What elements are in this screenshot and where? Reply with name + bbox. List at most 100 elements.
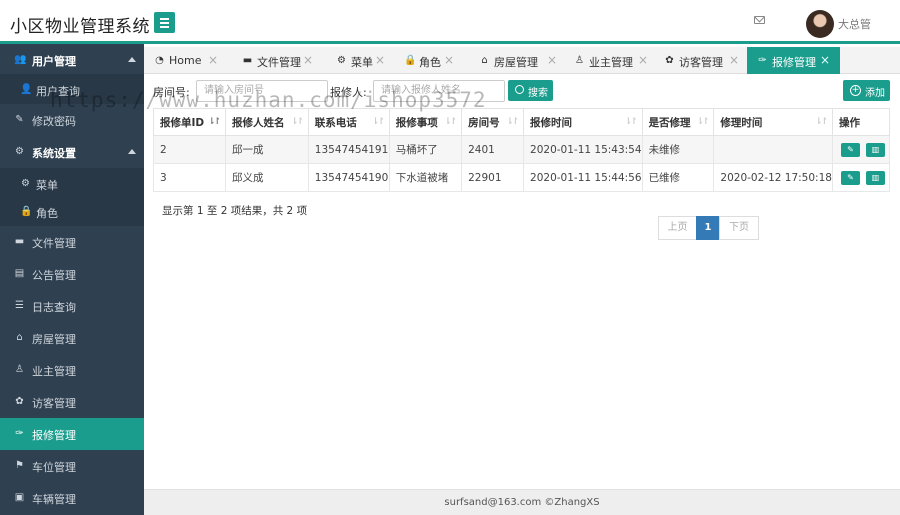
folder-open-icon: ▬	[242, 55, 253, 66]
column-header[interactable]: 房间号 ⇂↾	[461, 108, 525, 136]
cell-report-time: 2020-01-11 15:43:54	[523, 135, 643, 164]
car-icon: ▣	[14, 492, 25, 503]
next-page-button[interactable]: 下页	[719, 216, 759, 240]
close-icon[interactable]: ×	[729, 53, 739, 67]
sort-icon[interactable]: ⇂↾	[291, 117, 304, 127]
sort-icon[interactable]: ⇂↾	[696, 117, 709, 127]
user-icon: 👤	[20, 84, 33, 95]
column-header[interactable]: 报修人姓名 ⇂↾	[224, 108, 309, 136]
sidebar-item-label: 用户管理	[32, 55, 76, 68]
sidebar-item-visitor-management[interactable]: ✿ 访客管理	[0, 386, 144, 418]
sidebar-item-label: 访客管理	[32, 397, 76, 410]
close-icon[interactable]: ×	[444, 53, 454, 67]
tab-label: 访客管理	[679, 56, 723, 69]
cell-actions: ✎ ▥	[832, 135, 890, 164]
cell-repair-time	[713, 135, 833, 164]
sidebar-item-menu[interactable]: ⚙ 菜单	[0, 168, 144, 196]
close-icon[interactable]: ×	[375, 53, 385, 67]
sort-icon[interactable]: ⇂↾	[506, 117, 519, 127]
edit-button[interactable]: ✎	[841, 170, 860, 185]
male-icon: ♙	[15, 364, 24, 375]
delete-button[interactable]: ▥	[866, 142, 885, 157]
table-row[interactable]: 2 邱一成 13547454191 马桶坏了 2401 2020-01-11 1…	[153, 135, 890, 164]
column-header[interactable]: 报修事项 ⇂↾	[388, 108, 463, 136]
hamburger-icon[interactable]	[154, 12, 175, 33]
cogs-icon: ⚙	[15, 146, 24, 157]
sidebar-item-vehicle-management[interactable]: ▣ 车辆管理	[0, 482, 144, 514]
reporter-label: 报修人:	[330, 86, 367, 99]
envelope-icon[interactable]	[754, 16, 765, 24]
caret-up-icon	[128, 57, 136, 62]
page-button-current[interactable]: 1	[696, 216, 720, 240]
tab-owner-management[interactable]: ♙ 业主管理 ×	[564, 47, 656, 74]
sidebar-item-label: 修改密码	[32, 115, 76, 128]
add-button-label: 添加	[865, 88, 885, 99]
sidebar: 👥 用户管理 👤 用户查询 ✎ 修改密码 ⚙ 系统设置 ⚙ 菜单 🔒 角色 ▬ …	[0, 44, 144, 515]
tab-file-management[interactable]: ▬ 文件管理 ×	[232, 47, 324, 74]
sidebar-item-user-query[interactable]: 👤 用户查询	[0, 74, 144, 104]
tab-role[interactable]: 🔒 角色 ×	[394, 47, 474, 74]
edit-button[interactable]: ✎	[841, 142, 860, 157]
sidebar-item-system-settings[interactable]: ⚙ 系统设置	[0, 136, 144, 168]
sort-icon[interactable]: ⇂↾	[815, 117, 828, 127]
close-icon[interactable]: ×	[208, 53, 218, 67]
cell-repair-time: 2020-02-12 17:50:18	[713, 163, 833, 192]
username[interactable]: 大总管	[838, 16, 871, 32]
edit-icon: ✎	[15, 114, 24, 125]
table-row[interactable]: 3 邱义成 13547454190 下水道被堵 22901 2020-01-11…	[153, 163, 890, 192]
tab-house-management[interactable]: ⌂ 房屋管理 ×	[469, 47, 564, 74]
gear-icon: ⚙	[337, 55, 346, 66]
folder-icon: ▬	[14, 236, 25, 247]
column-header[interactable]: 报修时间 ⇂↾	[523, 108, 643, 136]
add-button[interactable]: + 添加	[843, 80, 890, 101]
tab-visitor-management[interactable]: ✿ 访客管理 ×	[654, 47, 746, 74]
paw-icon: ✿	[15, 396, 24, 407]
tab-repair-management[interactable]: ✑ 报修管理 ×	[747, 47, 840, 74]
avatar[interactable]	[806, 10, 834, 38]
column-header[interactable]: 修理时间 ⇂↾	[713, 108, 833, 136]
column-header[interactable]: 是否修理 ⇂↾	[641, 108, 715, 136]
tab-label: 业主管理	[589, 56, 633, 69]
sidebar-item-house-management[interactable]: ⌂ 房屋管理	[0, 322, 144, 354]
sidebar-item-change-password[interactable]: ✎ 修改密码	[0, 104, 144, 136]
wrench-icon: ✑	[758, 55, 767, 66]
plus-circle-icon: +	[850, 85, 861, 96]
sidebar-item-parking-management[interactable]: ⚑ 车位管理	[0, 450, 144, 482]
users-icon: 👥	[14, 54, 27, 65]
room-number-input[interactable]: 请输入房间号	[196, 80, 328, 102]
sort-icon[interactable]: ⇂↾	[444, 117, 457, 127]
close-icon[interactable]: ×	[303, 53, 313, 67]
close-icon[interactable]: ×	[547, 53, 557, 67]
column-header[interactable]: 报修单ID ⇂↾	[153, 108, 226, 136]
sidebar-item-label: 业主管理	[32, 365, 76, 378]
sidebar-item-owner-management[interactable]: ♙ 业主管理	[0, 354, 144, 386]
prev-page-button[interactable]: 上页	[658, 216, 697, 240]
sidebar-item-label: 公告管理	[32, 269, 76, 282]
cell-phone: 13547454190	[307, 163, 390, 192]
reporter-input[interactable]: 请输入报修人姓名	[373, 80, 505, 102]
tab-label: 菜单	[351, 56, 373, 69]
sidebar-item-file-management[interactable]: ▬ 文件管理	[0, 226, 144, 258]
column-header[interactable]: 联系电话 ⇂↾	[307, 108, 390, 136]
delete-button[interactable]: ▥	[866, 170, 885, 185]
close-icon[interactable]: ×	[638, 53, 648, 67]
sidebar-item-user-management[interactable]: 👥 用户管理	[0, 44, 144, 76]
column-header: 操作	[832, 108, 890, 136]
list-icon: ☰	[15, 300, 24, 311]
cell-reporter: 邱一成	[224, 135, 309, 164]
sort-icon[interactable]: ⇂↾	[624, 117, 637, 127]
sidebar-item-repair-management[interactable]: ✑ 报修管理	[0, 418, 144, 450]
app-title: 小区物业管理系统	[10, 17, 150, 37]
sort-icon[interactable]: ⇂↾	[372, 117, 385, 127]
sidebar-item-announcements[interactable]: ▤ 公告管理	[0, 258, 144, 290]
sidebar-item-role[interactable]: 🔒 角色	[0, 196, 144, 226]
cell-report-time: 2020-01-11 15:44:56	[523, 163, 643, 192]
search-button-label: 搜索	[528, 88, 548, 99]
sidebar-item-label: 菜单	[36, 179, 58, 192]
sort-icon[interactable]: ⇂↾	[208, 117, 221, 127]
sidebar-item-log-query[interactable]: ☰ 日志查询	[0, 290, 144, 322]
lock-icon: 🔒	[404, 55, 417, 66]
tab-home[interactable]: ◔ Home ×	[144, 47, 228, 74]
close-icon[interactable]: ×	[820, 53, 830, 67]
search-button[interactable]: 搜索	[508, 80, 553, 101]
